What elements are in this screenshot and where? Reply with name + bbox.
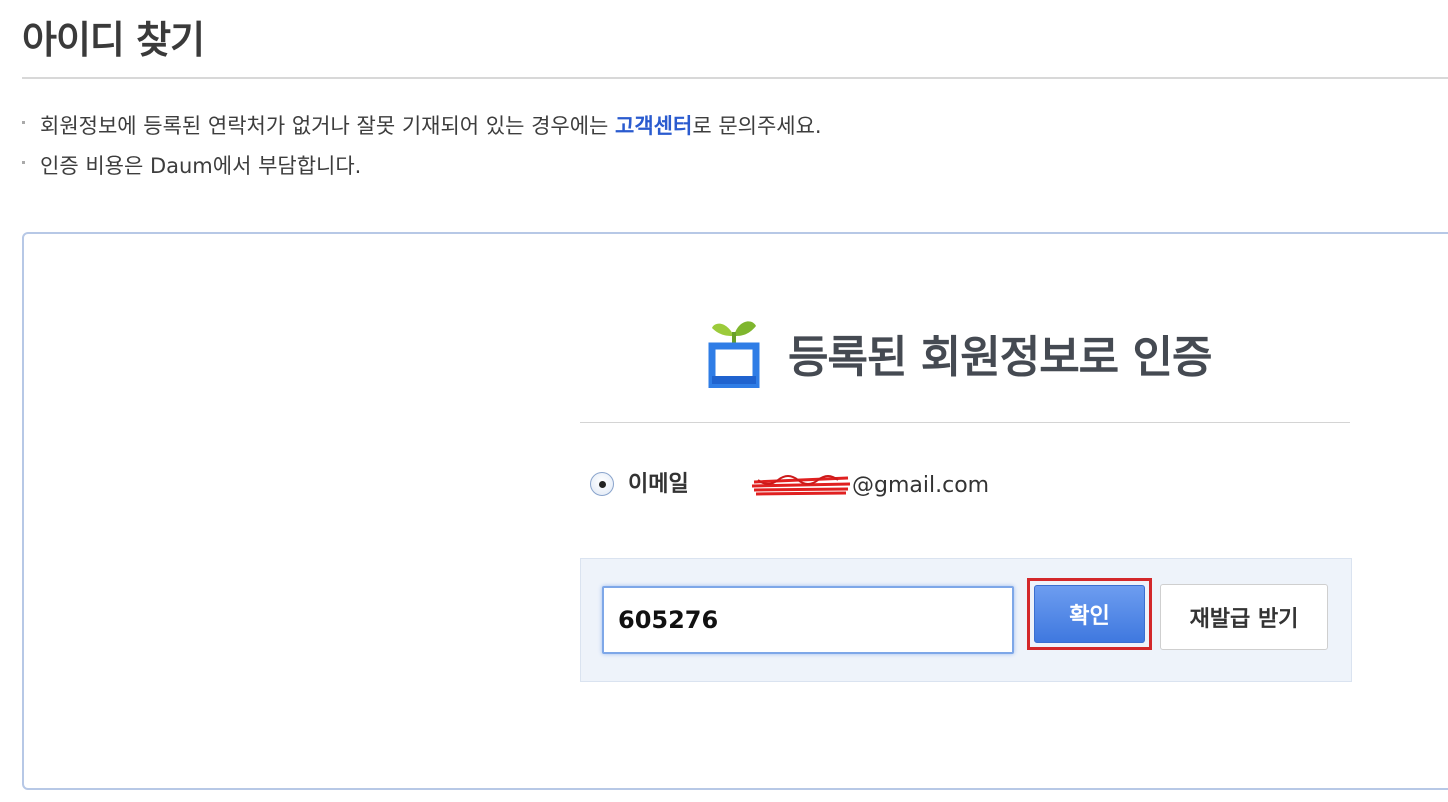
notice-text: 회원정보에 등록된 연락처가 없거나 잘못 기재되어 있는 경우에는 xyxy=(40,114,616,138)
header-divider xyxy=(580,422,1350,423)
email-radio[interactable] xyxy=(590,472,614,496)
verification-code-input[interactable] xyxy=(602,586,1014,654)
notice-item: 회원정보에 등록된 연락처가 없거나 잘못 기재되어 있는 경우에는 고객센터로… xyxy=(22,106,822,146)
notice-list: 회원정보에 등록된 연락처가 없거나 잘못 기재되어 있는 경우에는 고객센터로… xyxy=(22,106,822,186)
email-method-label: 이메일 xyxy=(628,472,689,497)
customer-center-link[interactable]: 고객센터 xyxy=(615,114,692,138)
redacted-email-scribble xyxy=(751,475,851,496)
auth-title: 등록된 회원정보로 인증 xyxy=(788,332,1212,383)
bullet-icon xyxy=(22,121,25,124)
radio-selected-icon xyxy=(599,481,606,488)
email-domain-text: @gmail.com xyxy=(852,473,990,498)
page-title: 아이디 찾기 xyxy=(22,18,205,62)
auth-method-row: 이메일 @gmail.com xyxy=(590,468,1290,504)
confirm-button[interactable]: 확인 xyxy=(1034,585,1145,643)
find-id-page: 아이디 찾기 회원정보에 등록된 연락처가 없거나 잘못 기재되어 있는 경우에… xyxy=(0,0,1448,802)
notice-text: 인증 비용은 Daum에서 부담합니다. xyxy=(40,154,362,178)
notice-item: 인증 비용은 Daum에서 부담합니다. xyxy=(22,146,822,186)
title-divider xyxy=(22,77,1448,79)
reissue-button[interactable]: 재발급 받기 xyxy=(1160,584,1328,650)
notice-text: 로 문의주세요. xyxy=(692,114,822,138)
sprout-icon xyxy=(708,321,760,388)
bullet-icon xyxy=(22,161,25,164)
